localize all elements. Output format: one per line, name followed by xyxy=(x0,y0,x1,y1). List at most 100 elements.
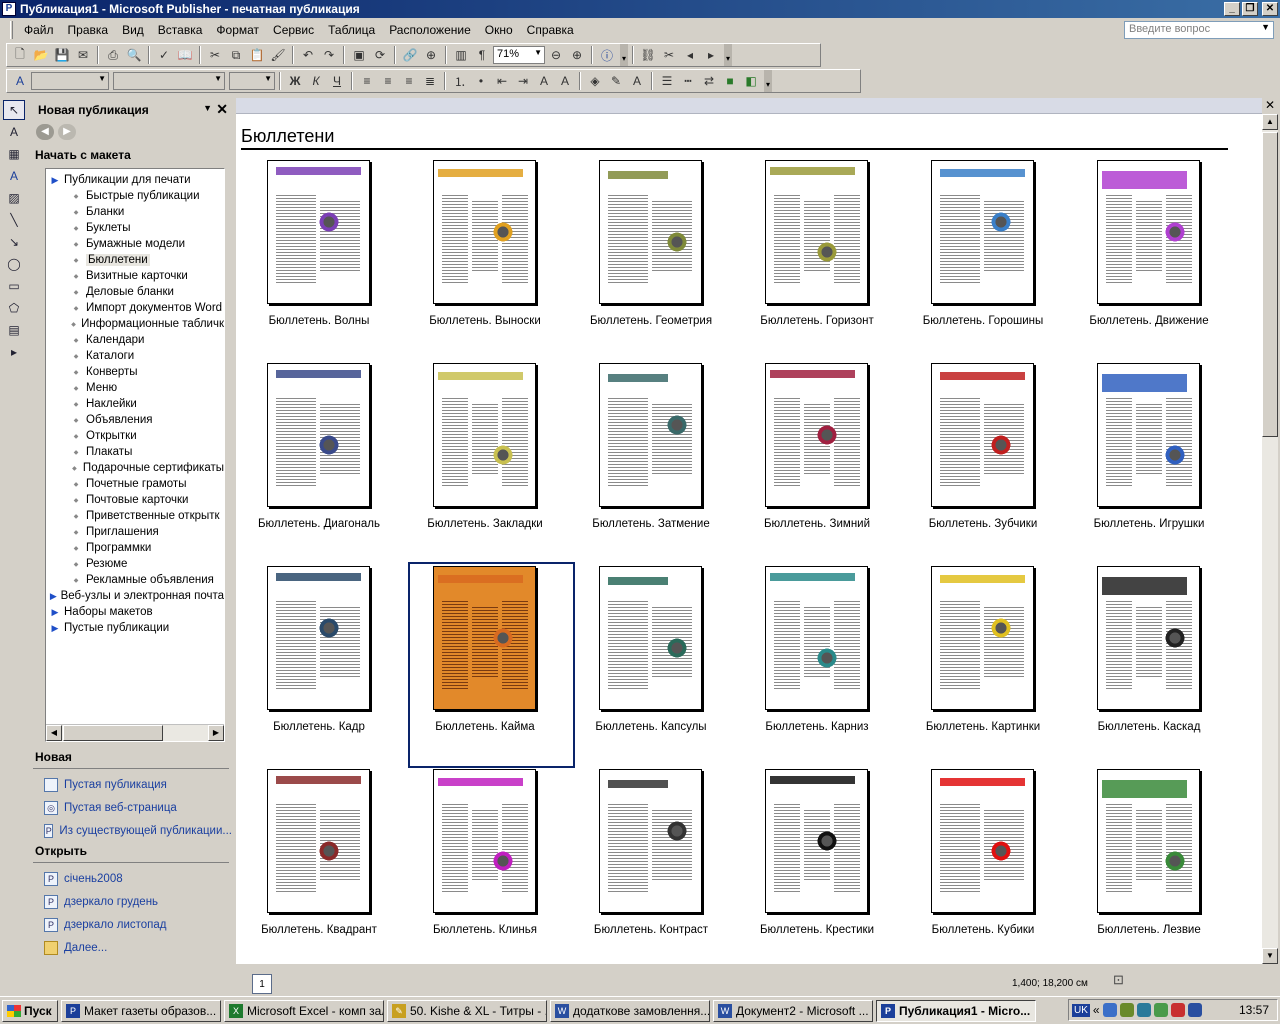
template-tile[interactable]: Бюллетень. Картинки xyxy=(905,566,1071,769)
task-pane-header[interactable]: Новая публикация ▼ ✕ xyxy=(30,98,232,122)
taskbar-item-publication1[interactable]: P Публикация1 - Micro... xyxy=(876,999,1036,1022)
template-tile[interactable]: Бюллетень. Выноски xyxy=(407,160,573,363)
close-icon[interactable]: ✕ xyxy=(216,101,228,118)
template-thumbnail[interactable] xyxy=(765,769,868,913)
undo-icon[interactable]: ↶ xyxy=(298,45,318,65)
tree-item[interactable]: ◆ Приглашения xyxy=(46,524,224,540)
tray-network-icon[interactable] xyxy=(1102,1003,1117,1017)
chevron-down-icon[interactable]: ▼ xyxy=(1261,22,1270,32)
align-center-icon[interactable]: ≡ xyxy=(378,71,398,91)
tree-item[interactable]: ◆ Бумажные модели xyxy=(46,236,224,252)
zoom-out-icon[interactable]: ⊖ xyxy=(546,45,566,65)
underline-icon[interactable]: Ч xyxy=(327,71,347,91)
fill-color-icon[interactable]: ◈ xyxy=(585,71,605,91)
template-thumbnail[interactable] xyxy=(267,363,370,507)
template-tile[interactable]: Бюллетень. Диагональ xyxy=(241,363,407,566)
toolbar-options-icon[interactable]: ▾ xyxy=(724,44,732,66)
template-thumbnail[interactable] xyxy=(433,160,536,304)
numbering-icon[interactable]: ⒈ xyxy=(450,71,470,91)
toolbar-options-icon[interactable]: ▾ xyxy=(764,70,772,92)
tree-item[interactable]: ◆ Приветственные открытк xyxy=(46,508,224,524)
font-size-select[interactable]: ▼ xyxy=(229,72,275,90)
tray-word-icon[interactable] xyxy=(1187,1003,1202,1017)
template-thumbnail[interactable] xyxy=(931,769,1034,913)
template-tile[interactable]: Бюллетень. Геометрия xyxy=(573,160,739,363)
new-icon[interactable]: 🗋 xyxy=(10,45,30,65)
tree-item[interactable]: ◆ Подарочные сертификаты xyxy=(46,460,224,476)
menu-tools[interactable]: Сервис xyxy=(266,21,321,39)
open-icon[interactable]: 📂 xyxy=(31,45,51,65)
bring-forward-icon[interactable]: ▣ xyxy=(349,45,369,65)
tree-item[interactable]: ◆ Информационные табличк xyxy=(46,316,224,332)
arrow-icon[interactable]: ↘ xyxy=(3,232,25,252)
tray-alert-icon[interactable] xyxy=(1170,1003,1185,1017)
tree-item[interactable]: ▶ Пустые публикации xyxy=(46,620,224,636)
blank-web-page-link[interactable]: ◎ Пустая веб-страница xyxy=(30,796,232,819)
shadow-icon[interactable]: ■ xyxy=(720,71,740,91)
email-icon[interactable]: ✉ xyxy=(73,45,93,65)
template-tile[interactable]: Бюллетень. Крестики xyxy=(739,769,905,964)
select-pointer-icon[interactable]: ↖ xyxy=(3,100,25,120)
template-thumbnail[interactable] xyxy=(765,566,868,710)
recent-file-link[interactable]: Pсічень2008 xyxy=(30,867,232,890)
recent-file-link[interactable]: Pдзеркало грудень xyxy=(30,890,232,913)
template-tile[interactable]: Бюллетень. Игрушки xyxy=(1071,363,1237,566)
menu-arrange[interactable]: Расположение xyxy=(382,21,478,39)
template-tile[interactable]: Бюллетень. Контраст xyxy=(573,769,739,964)
tree-item[interactable]: ◆ Резюме xyxy=(46,556,224,572)
template-thumbnail[interactable] xyxy=(931,160,1034,304)
template-thumbnail[interactable] xyxy=(599,566,702,710)
template-thumbnail[interactable] xyxy=(267,160,370,304)
menu-file[interactable]: Файл xyxy=(17,21,61,39)
line-icon[interactable]: ╲ xyxy=(3,210,25,230)
menu-help[interactable]: Справка xyxy=(520,21,581,39)
page-navigator[interactable]: 1 xyxy=(252,974,272,994)
tree-item[interactable]: ▶ Наборы макетов xyxy=(46,604,224,620)
line-style-icon[interactable]: ☰ xyxy=(657,71,677,91)
start-button[interactable]: Пуск xyxy=(2,999,58,1022)
3d-icon[interactable]: ◧ xyxy=(741,71,761,91)
decrease-indent-icon[interactable]: ⇤ xyxy=(492,71,512,91)
tree-item[interactable]: ▶ Веб-узлы и электронная почта xyxy=(46,588,224,604)
tree-horizontal-scrollbar[interactable]: ◀ ▶ xyxy=(46,724,224,741)
print-preview-icon[interactable]: 🔍 xyxy=(124,45,144,65)
from-existing-link[interactable]: P Из существующей публикации... xyxy=(30,819,232,842)
template-thumbnail[interactable] xyxy=(1097,769,1200,913)
taskbar-item-kishe[interactable]: ✎ 50. Kishe & XL - Титры - ... xyxy=(387,999,547,1022)
tray-sync-icon[interactable] xyxy=(1153,1003,1168,1017)
rotate-icon[interactable]: ⟳ xyxy=(370,45,390,65)
gallery-vertical-scrollbar[interactable]: ▲ ▼ xyxy=(1262,114,1278,964)
link-textbox-icon[interactable]: ⛓ xyxy=(638,45,658,65)
template-thumbnail[interactable] xyxy=(931,363,1034,507)
template-tile[interactable]: Бюллетень. Движение xyxy=(1071,160,1237,363)
increase-indent-icon[interactable]: ⇥ xyxy=(513,71,533,91)
pilcrow-icon[interactable]: ¶ xyxy=(472,45,492,65)
rectangle-icon[interactable]: ▭ xyxy=(3,276,25,296)
template-tile[interactable]: Бюллетень. Клинья xyxy=(407,769,573,964)
template-thumbnail[interactable] xyxy=(599,160,702,304)
increase-font-icon[interactable]: A xyxy=(555,71,575,91)
template-tile[interactable]: Бюллетень. Кадр xyxy=(241,566,407,769)
template-thumbnail[interactable] xyxy=(267,769,370,913)
hyperlink-icon[interactable]: 🔗 xyxy=(400,45,420,65)
previous-textbox-icon[interactable]: ◂ xyxy=(680,45,700,65)
minimize-button[interactable]: _ xyxy=(1224,2,1240,16)
tray-app-icon[interactable] xyxy=(1136,1003,1151,1017)
scroll-thumb[interactable] xyxy=(1262,132,1278,437)
tray-expand-icon[interactable]: « xyxy=(1093,1003,1100,1017)
menu-edit[interactable]: Правка xyxy=(61,21,116,39)
tree-item[interactable]: ◆ Конверты xyxy=(46,364,224,380)
tree-item[interactable]: ◆ Календари xyxy=(46,332,224,348)
bullets-icon[interactable]: • xyxy=(471,71,491,91)
tree-item[interactable]: ◆ Визитные карточки xyxy=(46,268,224,284)
print-icon[interactable]: ⎙ xyxy=(103,45,123,65)
tree-item[interactable]: ◆ Почтовые карточки xyxy=(46,492,224,508)
redo-icon[interactable]: ↷ xyxy=(319,45,339,65)
table-icon[interactable]: ▦ xyxy=(3,144,25,164)
template-tile[interactable]: Бюллетень. Карниз xyxy=(739,566,905,769)
justify-icon[interactable]: ≣ xyxy=(420,71,440,91)
tree-item[interactable]: ◆ Импорт документов Word xyxy=(46,300,224,316)
columns-icon[interactable]: ▥ xyxy=(451,45,471,65)
bold-icon[interactable]: Ж xyxy=(285,71,305,91)
tree-item[interactable]: ◆ Программки xyxy=(46,540,224,556)
